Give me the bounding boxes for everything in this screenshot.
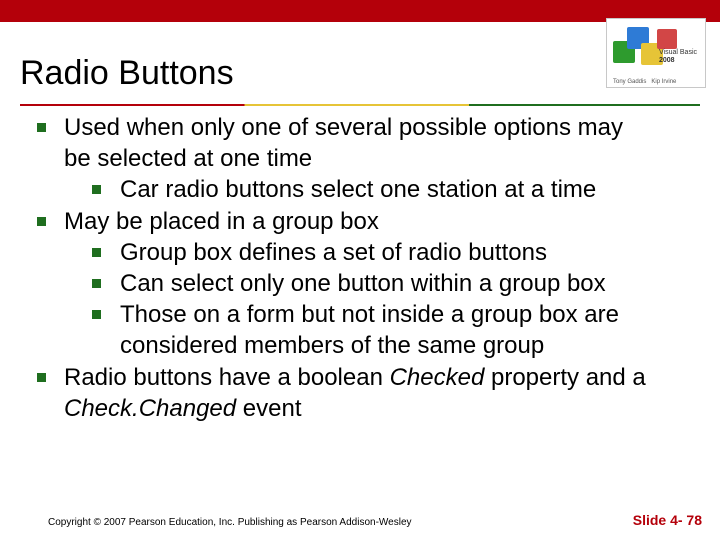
slide-body: Used when only one of several possible o… (10, 112, 650, 424)
sub-bullet: Group box defines a set of radio buttons (64, 237, 650, 268)
title-underline (20, 104, 700, 106)
bullet-text: Those on a form but not inside a group b… (120, 301, 619, 359)
logo-subtext: Tony Gaddis Kip Irvine (613, 79, 676, 85)
bullet: May be placed in a group box Group box d… (10, 206, 650, 362)
bullet-text: Used when only one of several possible o… (64, 114, 623, 172)
bullet-text: Car radio buttons select one station at … (120, 176, 596, 203)
bullet-text: May be placed in a group box (64, 208, 379, 235)
book-cover-logo: Visual Basic 2008 Tony Gaddis Kip Irvine (606, 18, 706, 88)
bullet-text: Group box defines a set of radio buttons (120, 239, 547, 266)
copyright-text: Copyright © 2007 Pearson Education, Inc.… (48, 517, 412, 528)
lego-block-icon (657, 29, 677, 49)
logo-text: Visual Basic 2008 (659, 49, 697, 65)
bullet: Radio buttons have a boolean Checked pro… (10, 362, 650, 424)
bullet: Used when only one of several possible o… (10, 112, 650, 206)
italic-term: Check.Changed (64, 395, 236, 422)
sub-bullet: Car radio buttons select one station at … (64, 174, 650, 205)
sub-bullet: Those on a form but not inside a group b… (64, 299, 650, 361)
italic-term: Checked (390, 364, 485, 391)
slide: Visual Basic 2008 Tony Gaddis Kip Irvine… (0, 0, 720, 540)
sub-bullet: Can select only one button within a grou… (64, 268, 650, 299)
slide-number: Slide 4- 78 (633, 512, 702, 528)
bullet-text: Can select only one button within a grou… (120, 270, 606, 297)
bullet-text: Radio buttons have a boolean Checked pro… (64, 364, 646, 422)
slide-title: Radio Buttons (20, 54, 234, 93)
